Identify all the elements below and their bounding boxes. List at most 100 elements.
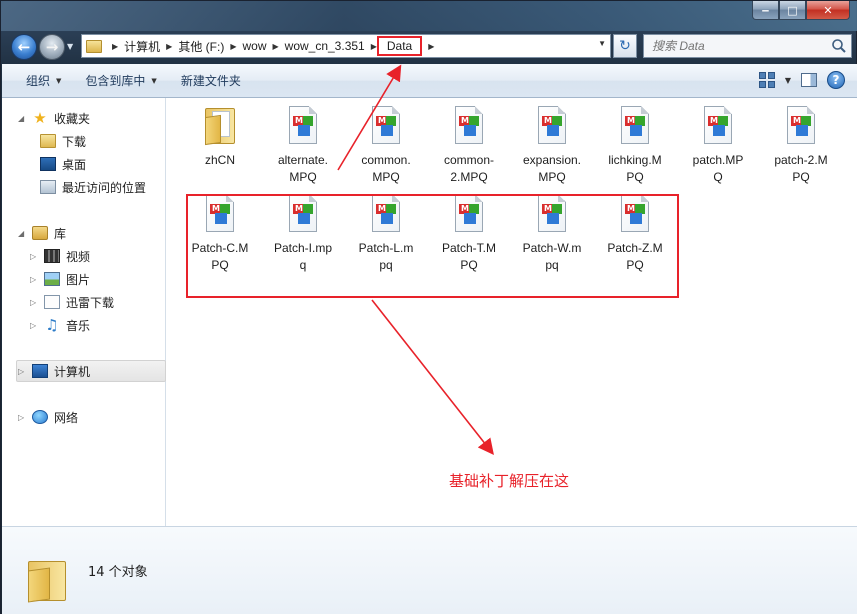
search-input[interactable] — [652, 39, 822, 53]
mpq-file-icon: M — [783, 104, 819, 148]
mpq-file-icon: M — [368, 104, 404, 148]
include-in-library-menu[interactable]: 包含到库中 ▼ — [85, 72, 156, 89]
chevron-down-icon: ▼ — [151, 76, 157, 85]
folder-icon — [86, 39, 102, 53]
sidebar-item-pictures[interactable]: ▷ 图片 — [30, 269, 90, 289]
address-bar[interactable]: ▶ 计算机 ▶ 其他 (F:) ▶ wow ▶ wow_cn_3.351 ▶ D… — [81, 34, 611, 58]
file-item[interactable]: M alternate. MPQ — [262, 104, 344, 186]
breadcrumb-drive[interactable]: 其他 (F:) — [178, 38, 224, 55]
refresh-icon[interactable]: ↻ — [613, 34, 637, 58]
collapsed-arrow-icon[interactable]: ▷ — [18, 413, 26, 422]
navigation-pane[interactable]: ◢ ★ 收藏夹 下载 桌面 最近访问的位置 ◢ 库 ▷ 视频 ▷ 图片 ▷ 迅雷… — [2, 98, 166, 526]
view-options-dropdown-icon[interactable]: ▼ — [785, 76, 791, 85]
sidebar-item-label: 收藏夹 — [54, 111, 91, 126]
expand-arrow-icon[interactable]: ◢ — [18, 114, 26, 123]
sidebar-item-downloads[interactable]: 下载 — [40, 131, 86, 151]
star-icon: ★ — [33, 109, 47, 127]
breadcrumb-wow[interactable]: wow — [242, 39, 266, 53]
organize-label: 组织 — [26, 74, 51, 88]
file-name: patch-2.M PQ — [774, 153, 828, 184]
file-item[interactable]: M expansion. MPQ — [511, 104, 593, 186]
sidebar-item-label: 最近访问的位置 — [62, 180, 147, 195]
chevron-right-icon[interactable]: ▶ — [273, 42, 279, 51]
sidebar-item-label: 下载 — [62, 134, 87, 149]
forward-arrow-icon[interactable]: → — [39, 34, 65, 60]
file-item[interactable]: M common- 2.MPQ — [428, 104, 510, 186]
file-name: lichking.M PQ — [608, 153, 662, 184]
collapsed-arrow-icon[interactable]: ▷ — [30, 252, 38, 261]
new-folder-label: 新建文件夹 — [180, 74, 241, 88]
help-icon[interactable]: ? — [827, 71, 845, 89]
search-box[interactable] — [643, 34, 852, 58]
change-view-icon[interactable] — [758, 72, 775, 88]
music-note-icon: ♫ — [45, 316, 59, 334]
preview-pane-icon[interactable] — [801, 73, 817, 87]
breadcrumb-computer[interactable]: 计算机 — [124, 38, 160, 55]
caption-buttons: ‒ □ ✕ — [752, 1, 850, 20]
file-item[interactable]: M common. MPQ — [345, 104, 427, 186]
sidebar-item-label: 图片 — [66, 272, 91, 287]
sidebar-item-music[interactable]: ▷ ♫ 音乐 — [30, 315, 90, 335]
view-controls: ▼ ? — [758, 71, 845, 89]
details-pane: 14 个对象 — [2, 526, 857, 614]
sidebar-item-recent-places[interactable]: 最近访问的位置 — [40, 177, 146, 197]
search-icon[interactable] — [831, 38, 847, 54]
sidebar-item-label: 视频 — [66, 249, 91, 264]
mpq-file-icon: M — [617, 104, 653, 148]
file-item[interactable]: M lichking.M PQ — [594, 104, 676, 186]
maximize-button[interactable]: □ — [779, 1, 806, 20]
recent-pages-dropdown-icon[interactable]: ▼ — [67, 42, 76, 51]
explorer-window: ‒ □ ✕ ← → ▼ ▶ 计算机 ▶ 其他 (F:) ▶ wow ▶ wow_… — [0, 0, 857, 614]
chevron-right-icon[interactable]: ▶ — [112, 42, 118, 51]
command-bar: 组织 ▼ 包含到库中 ▼ 新建文件夹 ▼ ? — [2, 64, 857, 98]
sidebar-item-libraries[interactable]: ◢ 库 — [18, 223, 66, 243]
new-folder-button[interactable]: 新建文件夹 — [181, 72, 241, 89]
organize-menu[interactable]: 组织 ▼ — [26, 72, 61, 89]
breadcrumb-data[interactable]: Data — [376, 36, 423, 56]
expand-arrow-icon[interactable]: ◢ — [18, 229, 26, 238]
annotation-note: 基础补丁解压在这 — [449, 472, 570, 490]
sidebar-item-videos[interactable]: ▷ 视频 — [30, 246, 90, 266]
mpq-file-icon: M — [700, 104, 736, 148]
sidebar-item-label: 桌面 — [62, 157, 87, 172]
sidebar-item-network[interactable]: ▷ 网络 — [18, 407, 78, 427]
collapsed-arrow-icon[interactable]: ▷ — [30, 298, 38, 307]
sidebar-item-favorites[interactable]: ◢ ★ 收藏夹 — [18, 108, 90, 128]
title-bar[interactable] — [1, 1, 857, 31]
highlight-box — [186, 194, 679, 298]
sidebar-item-thunder-downloads[interactable]: ▷ 迅雷下载 — [30, 292, 114, 312]
recent-places-icon — [40, 180, 56, 194]
file-item[interactable]: M patch-2.M PQ — [760, 104, 842, 186]
sidebar-item-computer[interactable]: ▷ 计算机 — [18, 361, 90, 381]
library-icon — [32, 226, 48, 240]
video-icon — [44, 249, 60, 263]
file-item[interactable]: M patch.MP Q — [677, 104, 759, 186]
folder-icon — [28, 555, 68, 603]
minimize-button[interactable]: ‒ — [752, 1, 779, 20]
breadcrumb-wow-cn[interactable]: wow_cn_3.351 — [285, 39, 365, 53]
chevron-right-icon[interactable]: ▶ — [166, 42, 172, 51]
file-list[interactable]: zhCN M alternate. MPQ M common. MPQ M comm… — [167, 98, 857, 526]
file-name: common- 2.MPQ — [443, 153, 494, 184]
file-name: expansion. MPQ — [522, 153, 582, 184]
back-arrow-icon[interactable]: ← — [11, 34, 37, 60]
include-in-library-label: 包含到库中 — [85, 74, 146, 88]
file-name: patch.MP Q — [692, 153, 744, 184]
folder-item[interactable]: zhCN — [179, 104, 261, 169]
navigation-bar: ← → ▼ ▶ 计算机 ▶ 其他 (F:) ▶ wow ▶ wow_cn_3.3… — [9, 33, 852, 61]
picture-icon — [44, 272, 60, 286]
sidebar-item-desktop[interactable]: 桌面 — [40, 154, 86, 174]
network-icon — [32, 410, 48, 424]
address-dropdown-icon[interactable]: ▼ — [598, 39, 606, 48]
mpq-file-icon: M — [451, 104, 487, 148]
chevron-right-icon[interactable]: ▶ — [428, 42, 434, 51]
collapsed-arrow-icon[interactable]: ▷ — [30, 321, 38, 330]
main-area: ◢ ★ 收藏夹 下载 桌面 最近访问的位置 ◢ 库 ▷ 视频 ▷ 图片 ▷ 迅雷… — [2, 98, 857, 526]
chevron-right-icon[interactable]: ▶ — [230, 42, 236, 51]
close-button[interactable]: ✕ — [806, 1, 850, 20]
mpq-file-icon: M — [534, 104, 570, 148]
collapsed-arrow-icon[interactable]: ▷ — [18, 367, 26, 376]
chevron-down-icon: ▼ — [56, 76, 62, 85]
collapsed-arrow-icon[interactable]: ▷ — [30, 275, 38, 284]
sidebar-item-label: 计算机 — [54, 364, 91, 379]
